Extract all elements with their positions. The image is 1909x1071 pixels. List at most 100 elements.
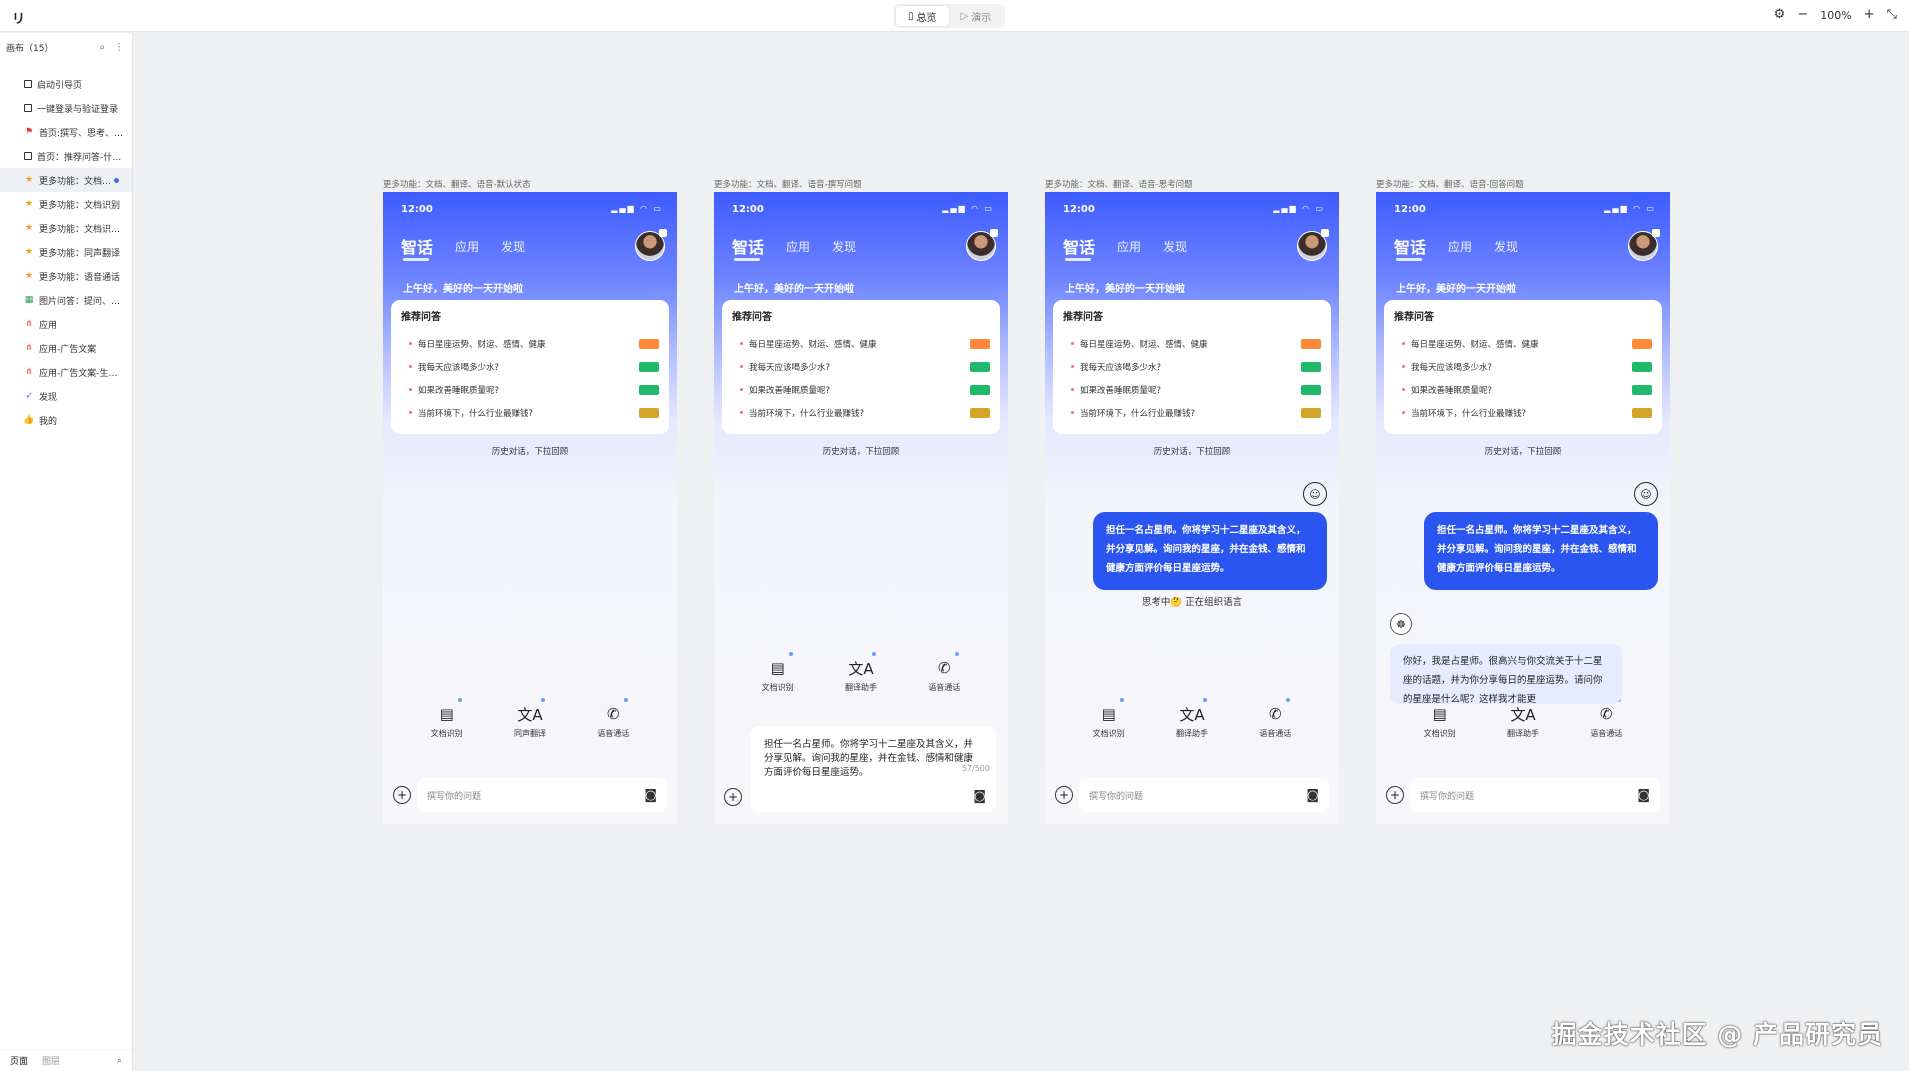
question-text: 当前环境下，什么行业最赚钱? — [1411, 408, 1527, 419]
tool-button[interactable]: ▤ 文档识别 — [422, 698, 472, 739]
sidebar-item[interactable]: ★ 更多功能：文档识别 — [0, 192, 132, 216]
tab-discover[interactable]: 发现 — [1494, 238, 1518, 255]
tab-apps[interactable]: 应用 — [455, 238, 479, 255]
question-item[interactable]: 如果改善睡眠质量呢? — [1394, 378, 1652, 401]
tab-apps[interactable]: 应用 — [1448, 238, 1472, 255]
question-item[interactable]: 每日星座运势、财运、感情、健康 — [1063, 332, 1321, 355]
sidebar-item[interactable]: ★ 更多功能：文档… — [0, 168, 132, 192]
tool-button[interactable]: 文A 同声翻译 — [505, 698, 555, 739]
tab-layers[interactable]: 图层 — [42, 1054, 60, 1067]
tab-main[interactable]: 智话 — [401, 234, 433, 261]
question-item[interactable]: 每日星座运势、财运、感情、健康 — [732, 332, 990, 355]
tool-button[interactable]: ✆ 语音通话 — [1581, 698, 1631, 739]
add-icon[interactable]: + — [1055, 786, 1073, 804]
sidebar-item[interactable]: ⋔ 应用-广告文案 — [0, 336, 132, 360]
question-item[interactable]: 当前环境下，什么行业最赚钱? — [732, 401, 990, 424]
settings-icon[interactable]: ⚙ — [1774, 6, 1786, 24]
avatar[interactable] — [1628, 229, 1660, 261]
tool-button[interactable]: 文A 翻译助手 — [836, 652, 886, 693]
sidebar-item[interactable]: ★ 更多功能：文档识… — [0, 216, 132, 240]
question-item[interactable]: 我每天应该喝多少水? — [732, 355, 990, 378]
add-icon[interactable]: + — [724, 788, 742, 806]
frame-label[interactable]: 更多功能：文档、翻译、语音-思考问题 — [1045, 178, 1339, 192]
tool-button[interactable]: ▤ 文档识别 — [753, 652, 803, 693]
sidebar-item[interactable]: ★ 更多功能：同声翻译 — [0, 240, 132, 264]
question-item[interactable]: 如果改善睡眠质量呢? — [732, 378, 990, 401]
tab-pages[interactable]: 页面 — [10, 1054, 28, 1067]
tab-discover[interactable]: 发现 — [1163, 238, 1187, 255]
tab-apps[interactable]: 应用 — [1117, 238, 1141, 255]
tool-button[interactable]: ▤ 文档识别 — [1084, 698, 1134, 739]
camera-icon[interactable]: ◙ — [1306, 788, 1319, 803]
question-item[interactable]: 当前环境下，什么行业最赚钱? — [1394, 401, 1652, 424]
bullet-dot — [740, 388, 743, 391]
top-bar: リ ▯ 总览 ▷ 演示 ⚙ − 100% + ⤡ — [0, 0, 1909, 32]
tab-discover[interactable]: 发现 — [501, 238, 525, 255]
tab-main[interactable]: 智话 — [1063, 234, 1095, 261]
mode-present-label: 演示 — [971, 12, 992, 24]
history-hint[interactable]: 历史对话，下拉回顾 — [1045, 445, 1339, 457]
history-hint[interactable]: 历史对话，下拉回顾 — [714, 445, 1008, 457]
search-icon[interactable]: ⌕ — [100, 42, 106, 53]
tool-button[interactable]: ▤ 文档识别 — [1415, 698, 1465, 739]
frame-label[interactable]: 更多功能：文档、翻译、语音-默认状态 — [383, 178, 677, 192]
doc-icon: ▤ — [439, 705, 454, 723]
tool-button[interactable]: 文A 翻译助手 — [1167, 698, 1217, 739]
zoom-level[interactable]: 100% — [1820, 9, 1851, 22]
more-icon[interactable]: ⋮ — [114, 42, 124, 53]
top-nav: 智话 应用 发现 — [401, 229, 667, 261]
add-icon[interactable]: + — [393, 786, 411, 804]
question-item[interactable]: 我每天应该喝多少水? — [1394, 355, 1652, 378]
tab-discover[interactable]: 发现 — [832, 238, 856, 255]
question-item[interactable]: 每日星座运势、财运、感情、健康 — [401, 332, 659, 355]
signal-icon: ▂▄▆ ◠ ▭ — [1273, 204, 1325, 213]
zoom-out-button[interactable]: − — [1797, 6, 1808, 24]
history-hint[interactable]: 历史对话，下拉回顾 — [383, 445, 677, 457]
collapse-icon[interactable]: ⤡ — [1887, 6, 1897, 24]
question-input[interactable]: 担任一名占星师。你将学习十二星座及其含义，并分享见解。询问我的星座，并在金钱、感… — [750, 726, 996, 812]
sidebar-item[interactable]: 首页：推荐问答-什… — [0, 144, 132, 168]
question-input[interactable]: 撰写你的问题 ◙ — [1079, 778, 1329, 812]
tab-apps[interactable]: 应用 — [786, 238, 810, 255]
mode-present-tab[interactable]: ▷ 演示 — [949, 6, 1004, 26]
sidebar-item[interactable]: 启动引导页 — [0, 72, 132, 96]
question-input[interactable]: 撰写你的问题 ◙ — [1410, 778, 1660, 812]
question-item[interactable]: 当前环境下，什么行业最赚钱? — [1063, 401, 1321, 424]
sidebar-item[interactable]: ⋔ 应用 — [0, 312, 132, 336]
tool-button[interactable]: ✆ 语音通话 — [588, 698, 638, 739]
question-item[interactable]: 每日星座运势、财运、感情、健康 — [1394, 332, 1652, 355]
mode-overview-tab[interactable]: ▯ 总览 — [896, 6, 949, 26]
search-icon[interactable]: ⌕ — [117, 1056, 122, 1066]
tab-main[interactable]: 智话 — [1394, 234, 1426, 261]
avatar[interactable] — [635, 229, 667, 261]
sidebar-item[interactable]: ⚑ 首页:撰写、思考、… — [0, 120, 132, 144]
tool-label: 语音通话 — [597, 729, 630, 738]
sidebar-item[interactable]: ▦ 图片问答：提问、… — [0, 288, 132, 312]
sidebar-item[interactable]: 一键登录与验证登录 — [0, 96, 132, 120]
camera-icon[interactable]: ◙ — [1637, 788, 1650, 803]
avatar[interactable] — [1297, 229, 1329, 261]
question-item[interactable]: 当前环境下，什么行业最赚钱? — [401, 401, 659, 424]
frame-label[interactable]: 更多功能：文档、翻译、语音-回答问题 — [1376, 178, 1670, 192]
sidebar-item[interactable]: ➶ 发现 — [0, 384, 132, 408]
question-item[interactable]: 如果改善睡眠质量呢? — [401, 378, 659, 401]
tool-button[interactable]: ✆ 语音通话 — [1250, 698, 1300, 739]
frame-label[interactable]: 更多功能：文档、翻译、语音-撰写问题 — [714, 178, 1008, 192]
camera-icon[interactable]: ◙ — [644, 788, 657, 803]
tool-button[interactable]: 文A 翻译助手 — [1498, 698, 1548, 739]
camera-icon[interactable]: ◙ — [973, 789, 986, 804]
history-hint[interactable]: 历史对话，下拉回顾 — [1376, 445, 1670, 457]
sidebar-item[interactable]: ★ 更多功能：语音通话 — [0, 264, 132, 288]
sidebar-item[interactable]: 👍 我的 — [0, 408, 132, 432]
avatar[interactable] — [966, 229, 998, 261]
question-item[interactable]: 我每天应该喝多少水? — [1063, 355, 1321, 378]
sidebar-item[interactable]: ⋔ 应用-广告文案-生… — [0, 360, 132, 384]
zoom-in-button[interactable]: + — [1864, 6, 1875, 24]
app-logo[interactable]: リ — [12, 8, 25, 27]
question-item[interactable]: 如果改善睡眠质量呢? — [1063, 378, 1321, 401]
question-input[interactable]: 撰写你的问题 ◙ — [417, 778, 667, 812]
add-icon[interactable]: + — [1386, 786, 1404, 804]
question-item[interactable]: 我每天应该喝多少水? — [401, 355, 659, 378]
tab-main[interactable]: 智话 — [732, 234, 764, 261]
tool-button[interactable]: ✆ 语音通话 — [919, 652, 969, 693]
